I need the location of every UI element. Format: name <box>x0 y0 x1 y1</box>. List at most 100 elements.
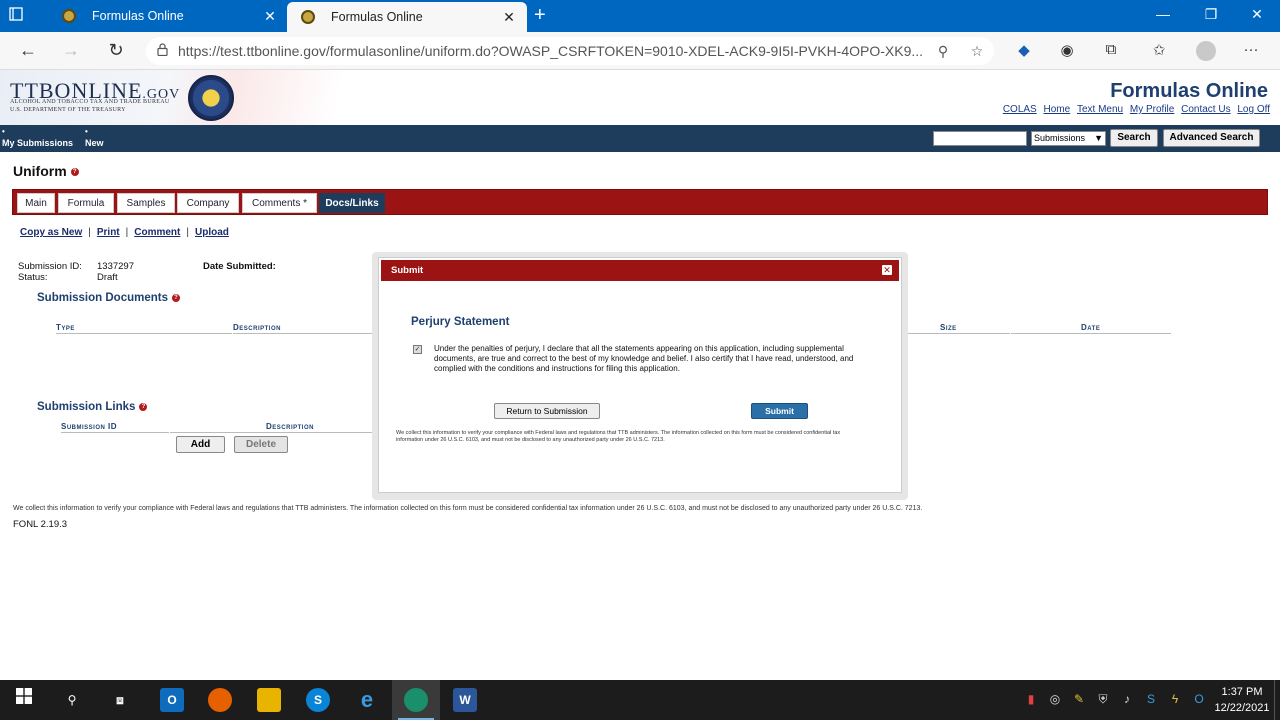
link-contact-us[interactable]: Contact Us <box>1181 104 1230 115</box>
task-view-icon[interactable]: ⧈ <box>108 688 132 712</box>
tray-sync-icon[interactable]: ◎ <box>1044 692 1066 706</box>
perjury-checkbox[interactable]: ✓ <box>413 345 422 354</box>
nav-my-submissions-label: My Submissions <box>2 138 74 148</box>
submission-documents-title: Submission Documents <box>37 292 168 304</box>
nav-my-submissions[interactable]: • My Submissions <box>2 128 74 149</box>
column-size: Size <box>908 323 1010 334</box>
tray-outlook-icon[interactable]: O <box>1188 692 1210 706</box>
separator: | <box>186 227 189 238</box>
tab-actions-icon[interactable] <box>8 6 40 26</box>
logo-subtitle-line1: ALCOHOL AND TOBACCO TAX AND TRADE BUREAU <box>10 99 170 105</box>
url-text: https://test.ttbonline.gov/formulasonlin… <box>178 43 924 59</box>
logo-subtitle: ALCOHOL AND TOBACCO TAX AND TRADE BUREAU… <box>10 98 170 114</box>
tray-skype-icon[interactable]: S <box>1140 692 1162 706</box>
comment-link[interactable]: Comment <box>134 227 180 238</box>
tab-samples[interactable]: Samples <box>117 193 175 213</box>
help-icon[interactable]: ? <box>139 402 148 411</box>
column-description: Description <box>233 323 375 334</box>
search-input[interactable] <box>933 131 1027 146</box>
logo-subtitle-line2: U.S. DEPARTMENT OF THE TREASURY <box>10 107 126 113</box>
minimize-icon[interactable]: — <box>1140 6 1186 22</box>
nav-new-label: New <box>85 138 104 148</box>
delete-button[interactable]: Delete <box>234 436 288 453</box>
close-icon[interactable]: ✕ <box>501 9 517 26</box>
nav-new[interactable]: • New <box>85 128 104 149</box>
clock-time: 1:37 PM <box>1221 686 1263 698</box>
add-favorite-icon[interactable]: ☆ <box>960 43 994 60</box>
dialog-close-icon[interactable]: ✕ <box>881 264 893 276</box>
extension-icon[interactable]: ◆ <box>1009 41 1039 59</box>
internet-explorer-icon[interactable]: e <box>355 688 379 712</box>
windows-start-icon[interactable] <box>12 688 36 712</box>
clock-date: 12/22/2021 <box>1214 702 1270 714</box>
more-menu-icon[interactable]: ··· <box>1236 41 1266 58</box>
print-link[interactable]: Print <box>97 227 120 238</box>
back-icon[interactable]: ← <box>14 40 42 61</box>
search-icon[interactable]: ⚲ <box>60 688 84 712</box>
form-tabs: Main Formula Samples Company Comments * … <box>12 189 1268 215</box>
tray-bolt-icon[interactable]: ϟ <box>1164 692 1186 706</box>
main-nav: • My Submissions • New Submissions ▼ Sea… <box>0 125 1280 152</box>
search-button[interactable]: Search <box>1110 129 1158 147</box>
perjury-heading: Perjury Statement <box>411 316 510 328</box>
favorites-icon[interactable]: ✩ <box>1144 41 1174 59</box>
browser-tab-1[interactable]: Formulas Online ✕ <box>48 0 288 32</box>
link-home[interactable]: Home <box>1044 104 1071 115</box>
tab-comments[interactable]: Comments * <box>242 193 317 213</box>
copy-as-new-link[interactable]: Copy as New <box>20 227 82 238</box>
window-close-icon[interactable]: ✕ <box>1234 6 1280 23</box>
tray-pen-icon[interactable]: ✎ <box>1068 692 1090 706</box>
link-log-off[interactable]: Log Off <box>1237 104 1270 115</box>
link-colas[interactable]: COLAS <box>1003 104 1037 115</box>
action-links: Copy as New | Print | Comment | Upload <box>20 227 229 238</box>
advanced-search-button[interactable]: Advanced Search <box>1163 129 1260 147</box>
zoom-icon[interactable]: ⚲ <box>926 43 960 60</box>
browser-toolbar: ← → ↻ https://test.ttbonline.gov/formula… <box>0 32 1280 70</box>
ttb-favicon-icon <box>62 9 76 23</box>
search-scope-select[interactable]: Submissions ▼ <box>1031 131 1106 146</box>
refresh-icon[interactable]: ↻ <box>102 40 130 61</box>
help-icon[interactable]: ? <box>172 293 180 302</box>
column-date: Date <box>1011 323 1171 334</box>
date-submitted-label: Date Submitted: <box>203 261 276 272</box>
add-button[interactable]: Add <box>176 436 225 453</box>
tracking-icon[interactable]: ◉ <box>1052 41 1082 59</box>
lock-icon[interactable] <box>146 43 178 59</box>
site-title: Formulas Online <box>1110 80 1268 102</box>
show-desktop-button[interactable] <box>1274 680 1280 720</box>
return-to-submission-button[interactable]: Return to Submission <box>494 403 600 419</box>
help-icon[interactable]: ? <box>70 168 79 177</box>
volume-icon[interactable]: ♪ <box>1116 692 1138 706</box>
profile-avatar[interactable] <box>1196 41 1216 61</box>
tray-shield-icon[interactable]: ⛨ <box>1092 692 1114 707</box>
search-scope-value: Submissions <box>1034 133 1086 143</box>
close-icon[interactable]: ✕ <box>262 8 278 25</box>
file-explorer-icon[interactable] <box>257 688 281 712</box>
status-label: Status: <box>18 272 48 283</box>
link-text-menu[interactable]: Text Menu <box>1077 104 1123 115</box>
edge-icon[interactable] <box>404 688 428 712</box>
word-icon[interactable]: W <box>453 688 477 712</box>
outlook-icon[interactable]: O <box>160 688 184 712</box>
extensions-puzzle-icon[interactable]: ⧉ <box>1096 41 1126 58</box>
link-my-profile[interactable]: My Profile <box>1130 104 1174 115</box>
tab-formula[interactable]: Formula <box>58 193 114 213</box>
system-clock[interactable]: 1:37 PM 12/22/2021 <box>1212 684 1272 716</box>
firefox-icon[interactable] <box>208 688 232 712</box>
restore-icon[interactable]: ❐ <box>1188 6 1234 23</box>
tab-company[interactable]: Company <box>177 193 239 213</box>
browser-tab-title: Formulas Online <box>331 10 423 24</box>
submission-id-value: 1337297 <box>97 261 134 272</box>
tab-main[interactable]: Main <box>17 193 55 213</box>
dialog-privacy-note: We collect this information to verify yo… <box>396 430 841 443</box>
tray-app-icon[interactable]: ▮ <box>1020 692 1042 706</box>
upload-link[interactable]: Upload <box>195 227 229 238</box>
submit-button[interactable]: Submit <box>751 403 808 419</box>
tab-docs-links[interactable]: Docs/Links <box>319 193 385 213</box>
new-tab-icon[interactable]: + <box>534 4 546 27</box>
browser-tab-2[interactable]: Formulas Online ✕ <box>287 2 527 32</box>
page-title-text: Uniform <box>13 163 67 179</box>
submission-id-label: Submission ID: <box>18 261 82 272</box>
address-bar[interactable]: https://test.ttbonline.gov/formulasonlin… <box>146 37 994 65</box>
skype-icon[interactable]: S <box>306 688 330 712</box>
